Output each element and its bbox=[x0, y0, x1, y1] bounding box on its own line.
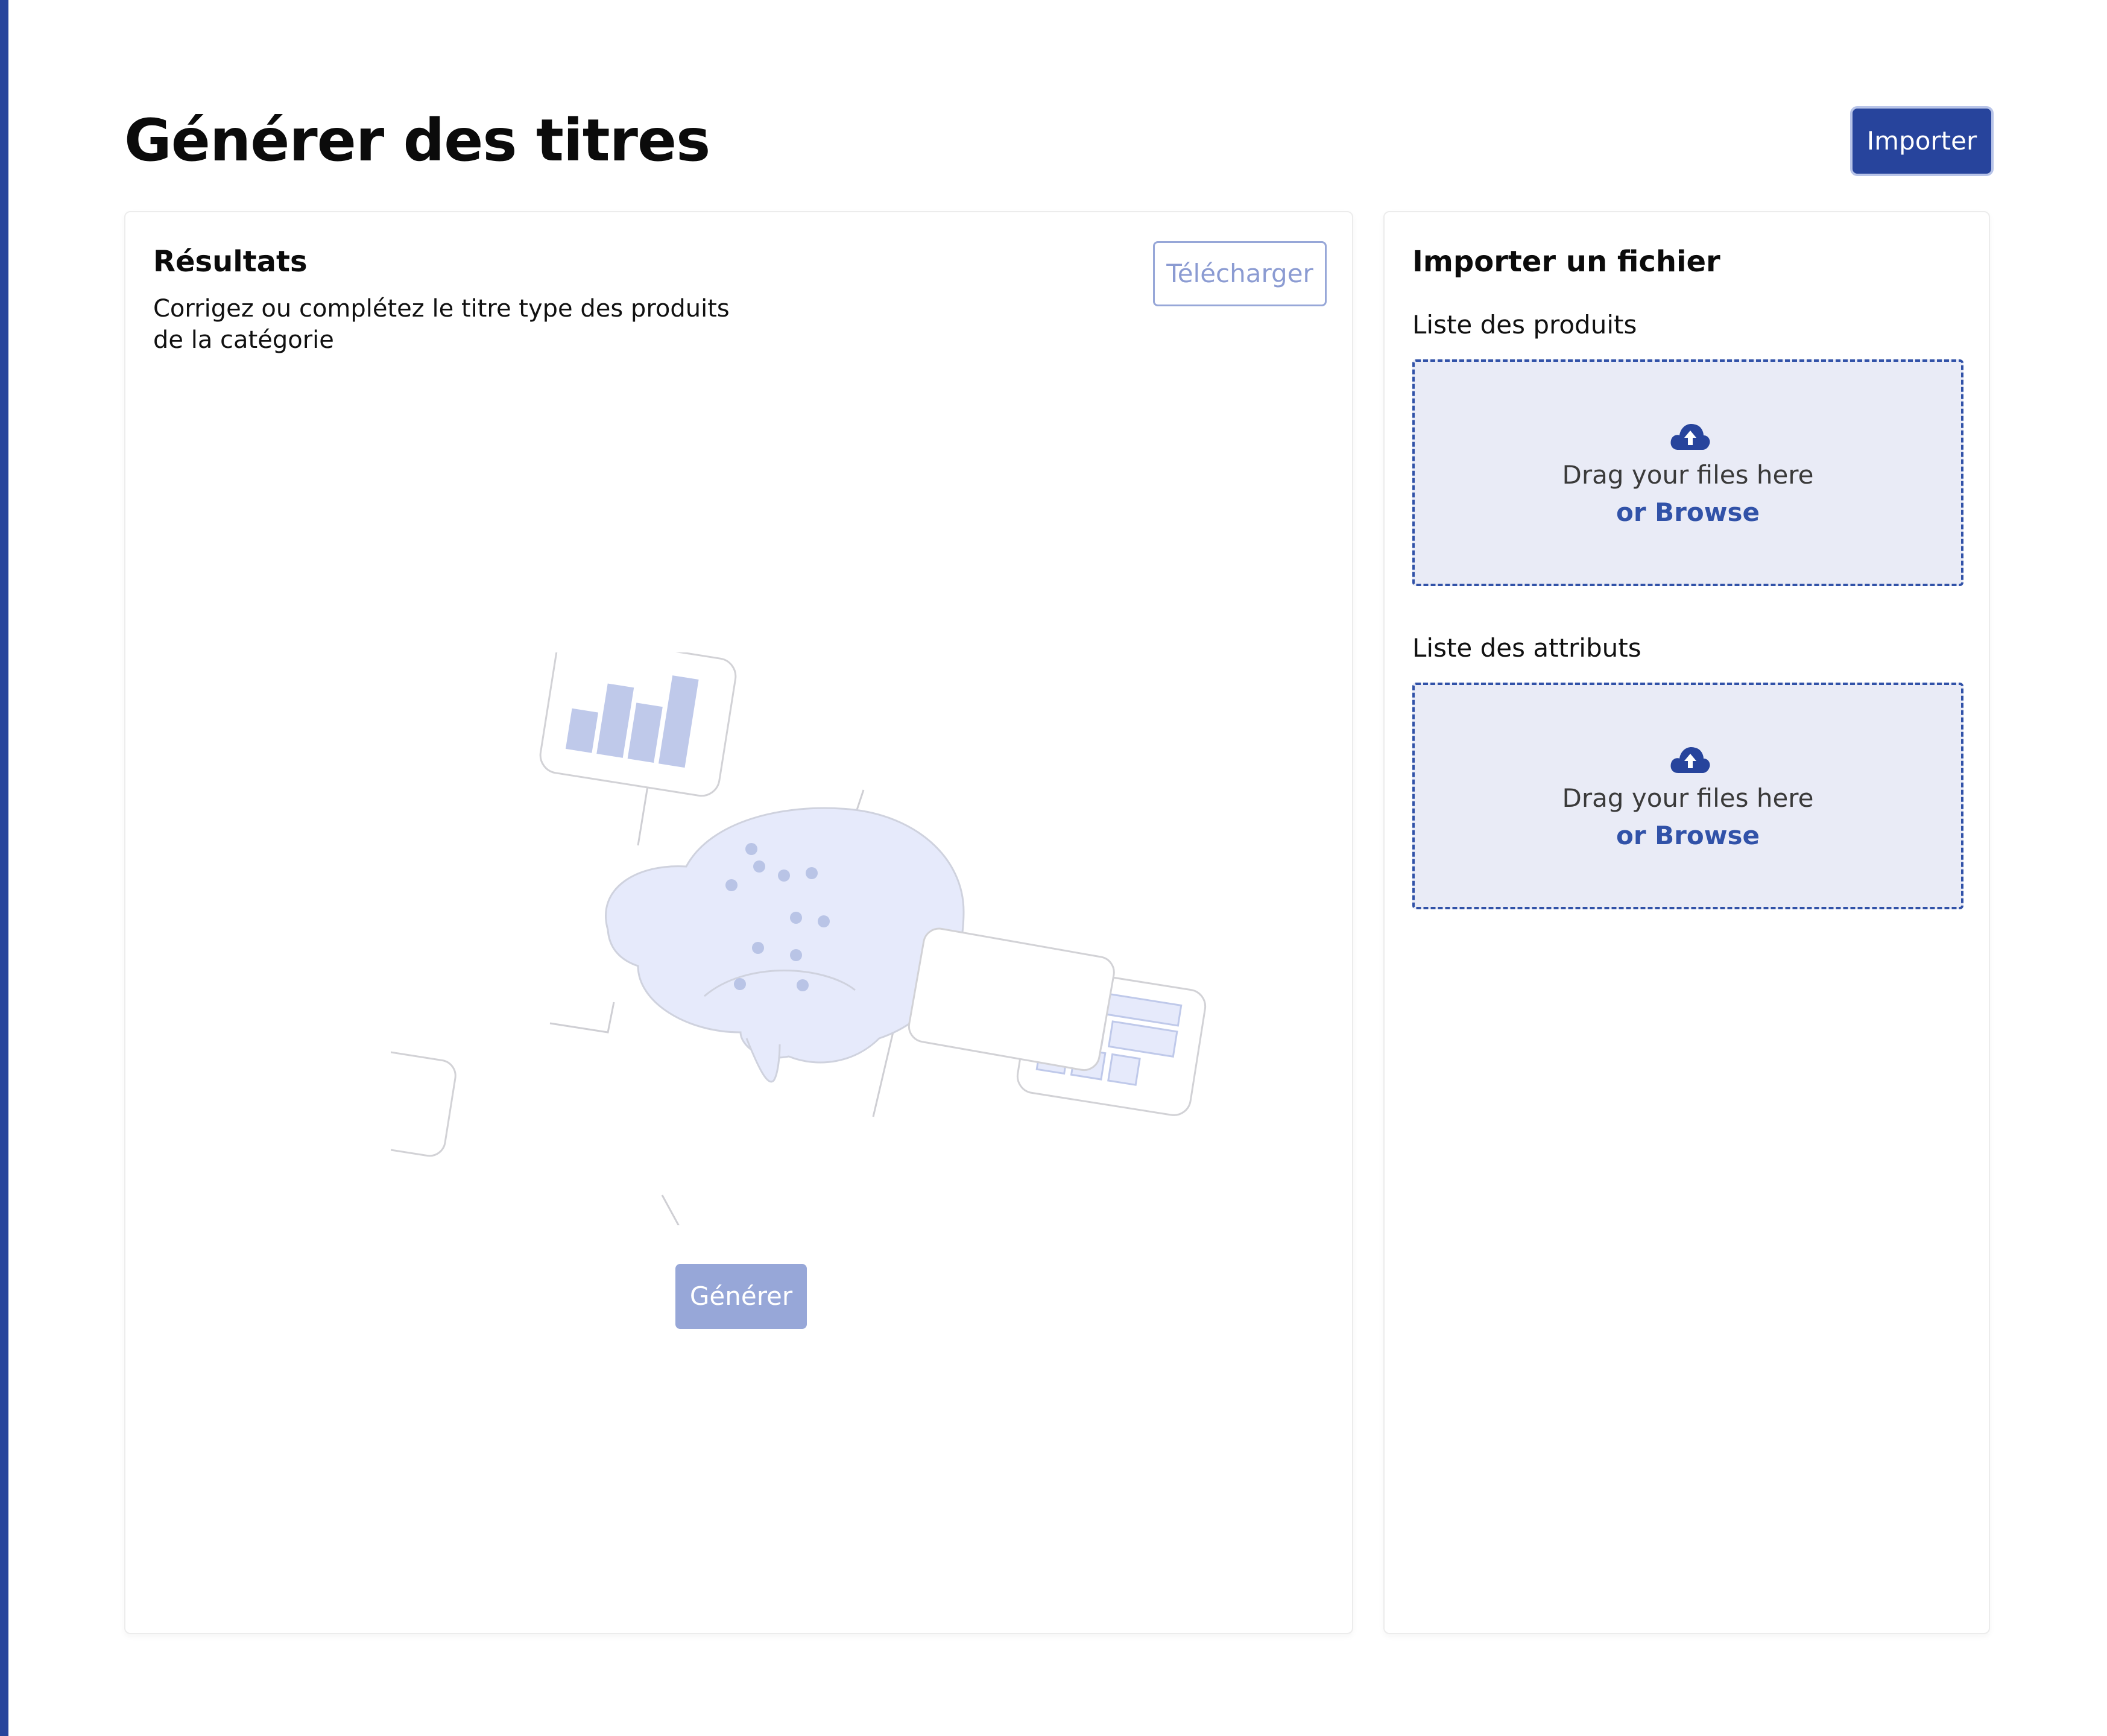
left-accent-bar bbox=[0, 0, 8, 1736]
generate-button[interactable]: Générer bbox=[675, 1264, 807, 1329]
cloud-upload-icon bbox=[1670, 423, 1710, 450]
connector-line bbox=[661, 1195, 680, 1225]
products-drop-text: Drag your files here bbox=[1562, 460, 1814, 490]
results-card: Résultats Corrigez ou complétez le titre… bbox=[124, 211, 1353, 1634]
import-button[interactable]: Importer bbox=[1850, 106, 1994, 176]
cloud-upload-icon bbox=[1670, 746, 1710, 773]
ai-brain-illustration bbox=[391, 652, 1207, 1225]
bar-chart-card bbox=[539, 652, 737, 797]
products-dropzone[interactable]: Drag your files here or Browse bbox=[1412, 359, 1963, 586]
page-title: Générer des titres bbox=[124, 107, 710, 174]
products-browse-link[interactable]: or Browse bbox=[1415, 496, 1961, 529]
connector-line bbox=[549, 1002, 615, 1034]
attributes-browse-link[interactable]: or Browse bbox=[1415, 819, 1961, 853]
eye-card bbox=[391, 1040, 456, 1157]
search-card bbox=[908, 927, 1115, 1072]
import-title: Importer un fichier bbox=[1412, 245, 1720, 279]
products-label: Liste des produits bbox=[1412, 310, 1637, 339]
import-card: Importer un fichier Liste des produits D… bbox=[1383, 211, 1990, 1634]
results-title: Résultats bbox=[153, 245, 308, 279]
results-subtitle: Corrigez ou complétez le titre type des … bbox=[153, 295, 730, 354]
attributes-dropzone[interactable]: Drag your files here or Browse bbox=[1412, 683, 1963, 909]
download-button[interactable]: Télécharger bbox=[1153, 241, 1327, 306]
attributes-label: Liste des attributs bbox=[1412, 633, 1641, 663]
brain-shape bbox=[605, 807, 965, 1083]
attributes-drop-text: Drag your files here bbox=[1562, 783, 1814, 813]
